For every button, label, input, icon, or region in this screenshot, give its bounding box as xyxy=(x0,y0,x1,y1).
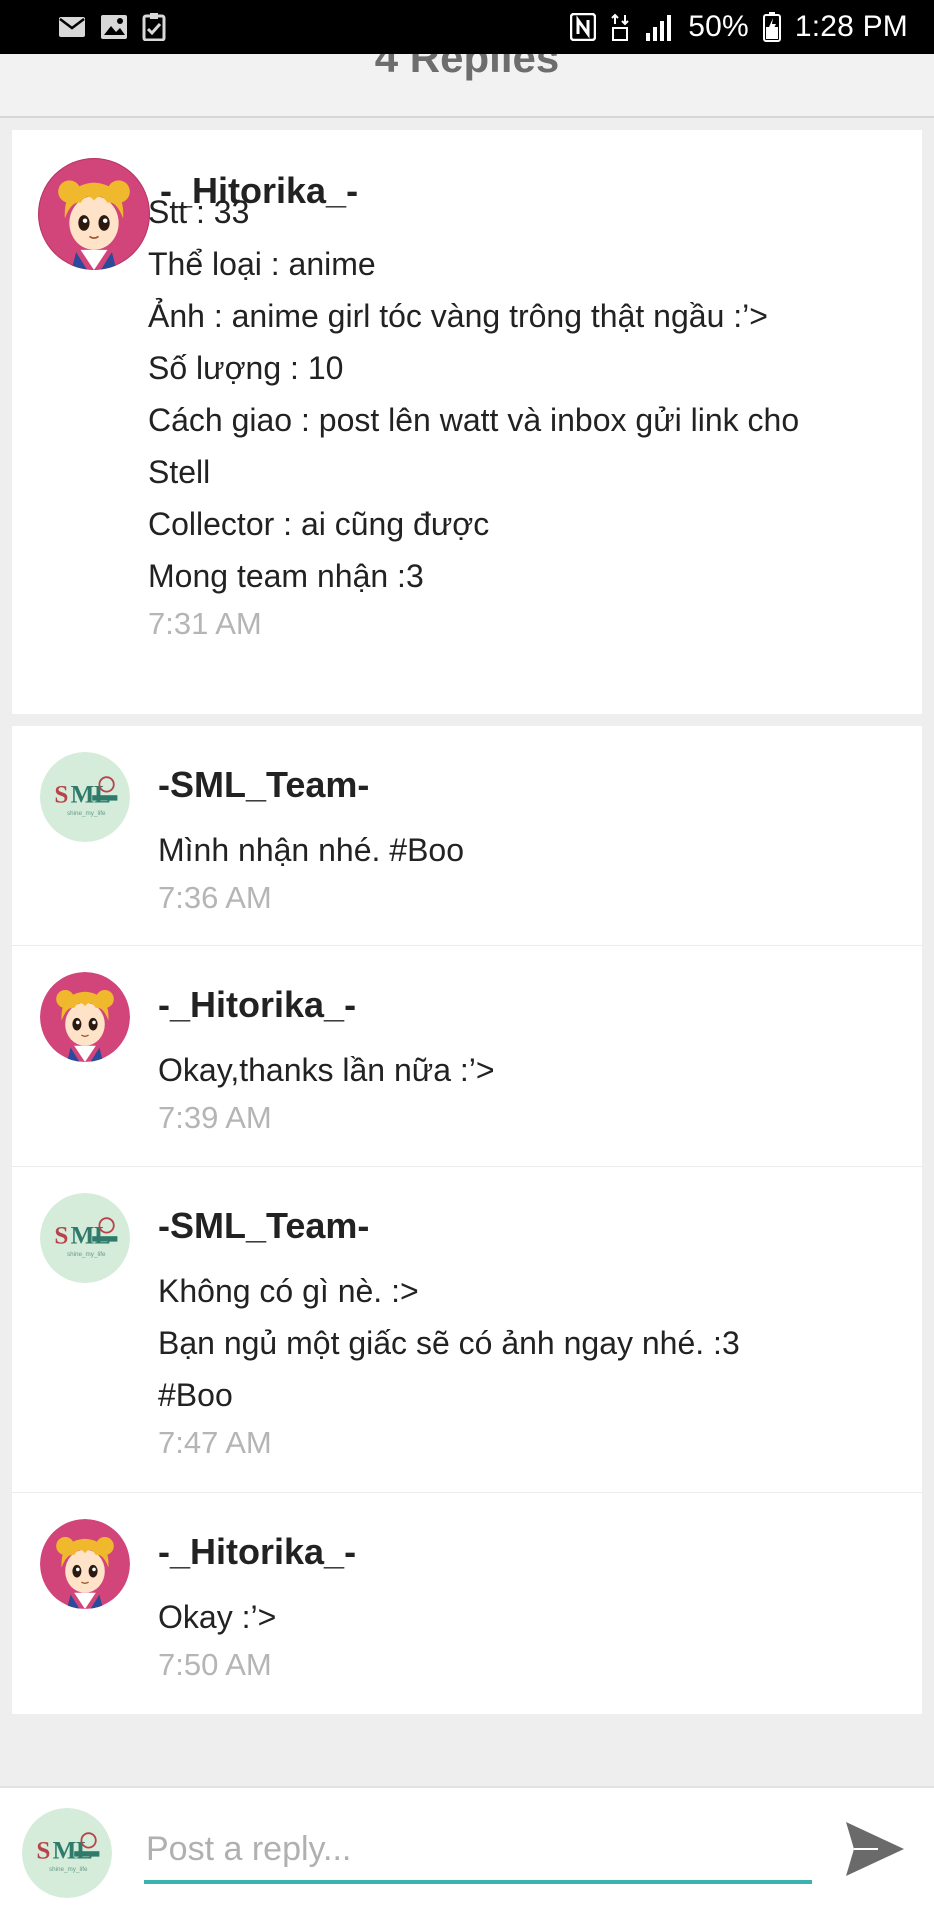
post-timestamp: 7:31 AM xyxy=(148,606,262,641)
reply-line: Không có gì nè. :> xyxy=(158,1273,419,1309)
nfc-icon xyxy=(570,13,597,41)
post-line: Thể loại : anime xyxy=(148,246,376,282)
reply-item: -_Hitorika_- Okay,thanks lần nữa :’> 7:3… xyxy=(12,946,922,1167)
status-bar-notifications xyxy=(58,13,166,41)
svg-text:M: M xyxy=(71,1222,95,1249)
reply-item: -_Hitorika_- Okay :’> 7:50 AM xyxy=(12,1493,922,1714)
post-line: Số lượng : 10 xyxy=(148,350,344,386)
anime-girl-avatar[interactable] xyxy=(40,972,130,1062)
reply-item: S M L shine_my_life -SML_Team- Không có … xyxy=(12,1167,922,1493)
svg-text:L: L xyxy=(94,781,111,808)
sml-team-avatar[interactable]: S M L shine_my_life xyxy=(40,752,130,842)
reply-line: #Boo xyxy=(158,1377,233,1413)
replies-header: 4 Replies xyxy=(0,54,934,118)
reply-author-name[interactable]: -SML_Team- xyxy=(158,764,369,806)
reply-author-name[interactable]: -SML_Team- xyxy=(158,1205,369,1247)
status-time: 1:28 PM xyxy=(794,10,908,43)
reply-input[interactable] xyxy=(144,1818,812,1884)
post-line: Collector : ai cũng được xyxy=(148,506,490,542)
reply-timestamp: 7:47 AM xyxy=(158,1425,272,1460)
battery-percent: 50% xyxy=(688,10,749,43)
post-body: Stt : 33 Thể loại : anime Ảnh : anime gi… xyxy=(148,186,878,646)
svg-text:shine_my_life: shine_my_life xyxy=(49,1866,88,1873)
replies-list: S M L shine_my_life -SML_Team- Mình nhận… xyxy=(12,726,922,1714)
current-user-avatar[interactable]: S M L shine_my_life xyxy=(22,1808,112,1898)
reply-item: S M L shine_my_life -SML_Team- Mình nhận… xyxy=(12,726,922,946)
reply-body: Okay,thanks lần nữa :’> 7:39 AM xyxy=(158,1044,898,1140)
battery-icon xyxy=(762,12,781,42)
send-icon xyxy=(844,1820,906,1883)
checklist-icon xyxy=(142,13,166,41)
svg-text:S: S xyxy=(36,1837,50,1864)
reply-line: Bạn ngủ một giấc sẽ có ảnh ngay nhé. :3 xyxy=(158,1325,740,1361)
status-bar: 50% 1:28 PM xyxy=(0,0,934,54)
reply-line: Okay,thanks lần nữa :’> xyxy=(158,1052,495,1088)
original-post-card: -_Hitorika_- Stt : 33 Thể loại : anime Ả… xyxy=(12,130,922,714)
reply-body: Okay :’> 7:50 AM xyxy=(158,1591,898,1687)
data-4g-icon xyxy=(610,12,630,42)
svg-text:S: S xyxy=(54,781,68,808)
post-line: Cách giao : post lên watt và inbox gửi l… xyxy=(148,402,800,438)
reply-body: Mình nhận nhé. #Boo 7:36 AM xyxy=(158,824,898,920)
page-title: 4 Replies xyxy=(374,54,560,81)
reply-composer: S M L shine_my_life xyxy=(0,1786,934,1920)
post-line: Ảnh : anime girl tóc vàng trông thật ngầ… xyxy=(148,298,768,334)
anime-girl-avatar[interactable] xyxy=(38,158,150,270)
svg-text:S: S xyxy=(54,1222,68,1249)
svg-text:L: L xyxy=(94,1222,111,1249)
reply-body: Không có gì nè. :> Bạn ngủ một giấc sẽ c… xyxy=(158,1265,898,1465)
reply-timestamp: 7:39 AM xyxy=(158,1100,272,1135)
reply-line: Mình nhận nhé. #Boo xyxy=(158,832,465,868)
svg-text:M: M xyxy=(71,781,95,808)
post-line: Stt : 33 xyxy=(148,194,250,230)
reply-author-name[interactable]: -_Hitorika_- xyxy=(158,984,356,1026)
image-icon xyxy=(100,14,128,40)
reply-timestamp: 7:50 AM xyxy=(158,1647,272,1682)
signal-icon xyxy=(644,13,674,41)
reply-timestamp: 7:36 AM xyxy=(158,880,272,915)
svg-text:shine_my_life: shine_my_life xyxy=(67,810,106,817)
send-button[interactable] xyxy=(840,1816,910,1886)
svg-text:M: M xyxy=(53,1837,77,1864)
post-line: Mong team nhận :3 xyxy=(148,558,424,594)
svg-text:shine_my_life: shine_my_life xyxy=(67,1251,106,1258)
anime-girl-avatar[interactable] xyxy=(40,1519,130,1609)
sml-team-avatar[interactable]: S M L shine_my_life xyxy=(40,1193,130,1283)
status-bar-system: 50% 1:28 PM xyxy=(570,10,908,44)
post-line: Stell xyxy=(148,454,211,490)
svg-text:L: L xyxy=(76,1837,93,1864)
reply-author-name[interactable]: -_Hitorika_- xyxy=(158,1531,356,1573)
reply-line: Okay :’> xyxy=(158,1599,277,1635)
mail-icon xyxy=(58,15,86,39)
